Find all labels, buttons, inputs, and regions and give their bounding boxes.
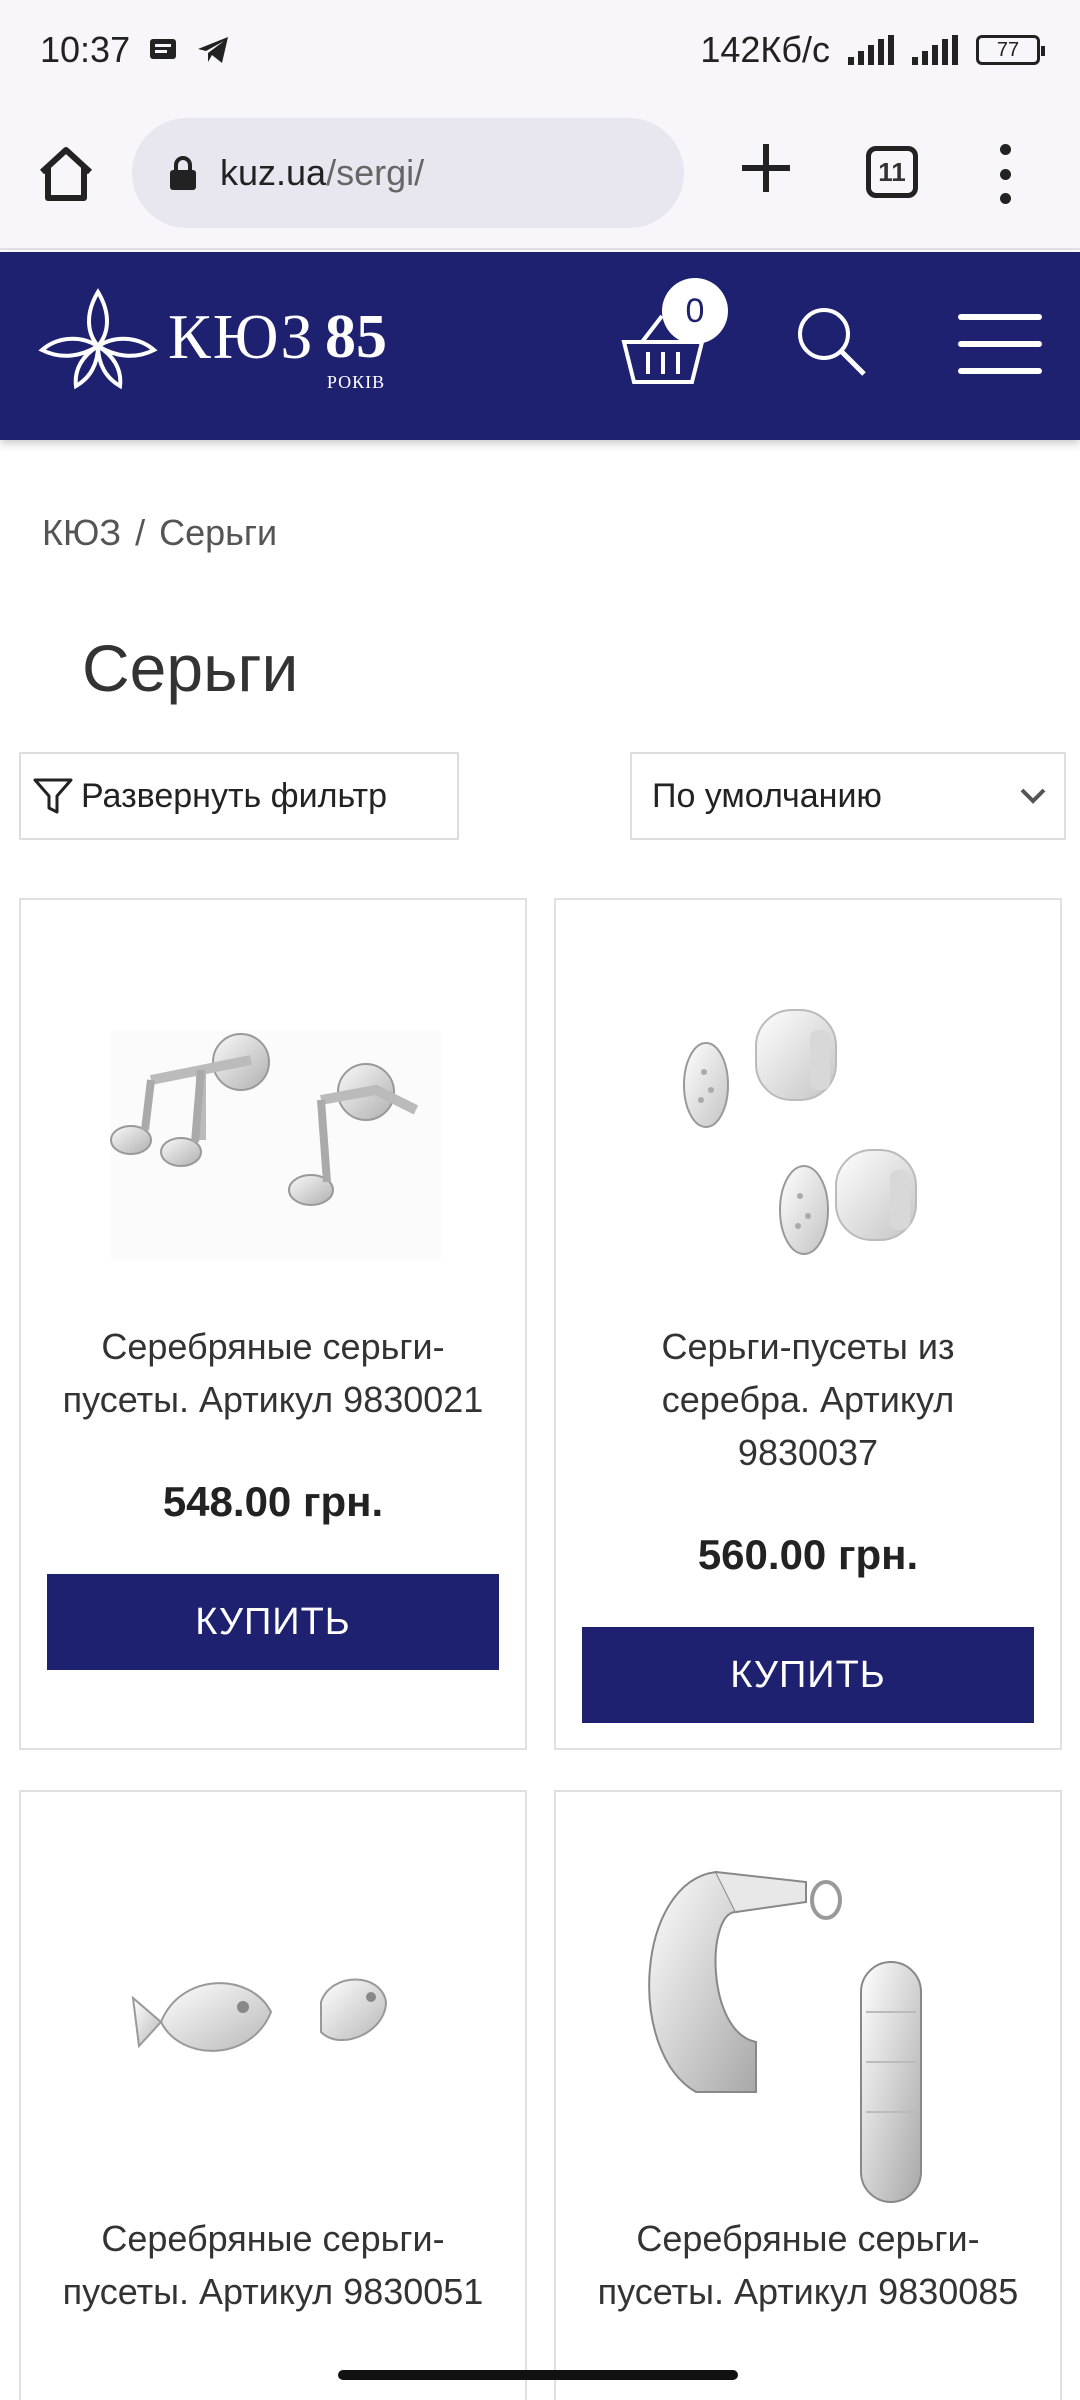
browser-toolbar: kuz.ua/sergi/ 11 xyxy=(0,100,1080,250)
sort-select[interactable]: По умолчанию xyxy=(630,752,1066,840)
address-bar[interactable]: kuz.ua/sergi/ xyxy=(132,118,684,228)
site-header: КЮЗ 85 РОКІВ 0 xyxy=(0,252,1080,440)
product-card[interactable]: Серебряные серьги-пусеты. Артикул 983005… xyxy=(19,1790,527,2400)
url-path: /sergi/ xyxy=(326,152,425,193)
signal-icon xyxy=(848,35,894,65)
status-right: 142Кб/с 77 xyxy=(700,29,1045,71)
page-title: Серьги xyxy=(82,631,299,705)
breadcrumb-home-link[interactable]: КЮЗ xyxy=(42,512,121,554)
status-left: 10:37 xyxy=(40,29,230,71)
anniversary-number: 85 xyxy=(325,303,387,371)
product-title[interactable]: Серьги-пусеты из серебра. Артикул 983003… xyxy=(556,1320,1060,1479)
product-price: 548.00 грн. xyxy=(162,1478,384,1525)
anniversary-badge: 85 РОКІВ xyxy=(320,302,392,412)
breadcrumb-current: Серьги xyxy=(159,512,278,553)
chevron-down-icon xyxy=(1020,788,1046,804)
hoop-earrings-image xyxy=(648,1870,922,2203)
sort-selected-value: По умолчанию xyxy=(652,776,882,815)
status-time: 10:37 xyxy=(40,29,131,70)
home-icon[interactable] xyxy=(34,142,98,206)
breadcrumb: КЮЗ / Серьги xyxy=(42,512,277,554)
network-speed: 142Кб/с xyxy=(700,29,830,70)
status-bar: 10:37 142Кб/с 77 xyxy=(0,0,1080,100)
signal-icon-2 xyxy=(912,35,958,65)
hamburger-menu-icon[interactable] xyxy=(958,314,1042,374)
anniversary-label: РОКІВ xyxy=(326,372,386,392)
telegram-icon xyxy=(198,37,229,63)
search-icon[interactable] xyxy=(794,304,868,378)
product-title[interactable]: Серебряные серьги-пусеты. Артикул 983002… xyxy=(21,1320,525,1426)
battery-icon: 77 xyxy=(976,35,1045,65)
product-title[interactable]: Серебряные серьги-пусеты. Артикул 983008… xyxy=(556,2212,1060,2318)
product-image[interactable] xyxy=(21,900,525,1320)
fish-earrings-image xyxy=(131,1978,388,2052)
product-image[interactable] xyxy=(21,1792,525,2212)
message-icon xyxy=(150,39,177,59)
product-image[interactable] xyxy=(556,1792,1060,2212)
buy-button[interactable]: КУПИТЬ xyxy=(582,1627,1034,1723)
product-card[interactable]: Серьги-пусеты из серебра. Артикул 983003… xyxy=(554,898,1062,1750)
logo-text: КЮЗ xyxy=(168,301,315,372)
lock-icon xyxy=(170,156,196,190)
breadcrumb-separator: / xyxy=(135,512,146,553)
tab-count: 11 xyxy=(878,156,906,187)
logo-flower-icon xyxy=(38,288,158,390)
gesture-nav-handle[interactable] xyxy=(338,2370,738,2380)
product-image[interactable] xyxy=(556,900,1060,1320)
url-domain: kuz.ua xyxy=(220,152,327,193)
oval-stud-earrings-image xyxy=(683,1009,917,1255)
product-card[interactable]: Серебряные серьги-пусеты. Артикул 983008… xyxy=(554,1790,1062,2400)
tab-switcher-button[interactable]: 11 xyxy=(866,146,918,198)
product-title[interactable]: Серебряные серьги-пусеты. Артикул 983005… xyxy=(21,2212,525,2318)
filter-icon xyxy=(33,778,73,814)
filter-label: Развернуть фильтр xyxy=(81,776,388,815)
site-logo[interactable]: КЮЗ xyxy=(38,282,315,392)
new-tab-icon[interactable] xyxy=(738,140,794,196)
product-card[interactable]: Серебряные серьги-пусеты. Артикул 983002… xyxy=(19,898,527,1750)
music-note-earrings-image xyxy=(110,1030,441,1260)
battery-level: 77 xyxy=(996,38,1020,61)
browser-menu-icon[interactable] xyxy=(990,144,1020,204)
expand-filter-button[interactable]: Развернуть фильтр xyxy=(19,752,459,840)
cart-count-badge: 0 xyxy=(662,278,728,344)
buy-button[interactable]: КУПИТЬ xyxy=(47,1574,499,1670)
product-price: 560.00 грн. xyxy=(697,1531,919,1578)
